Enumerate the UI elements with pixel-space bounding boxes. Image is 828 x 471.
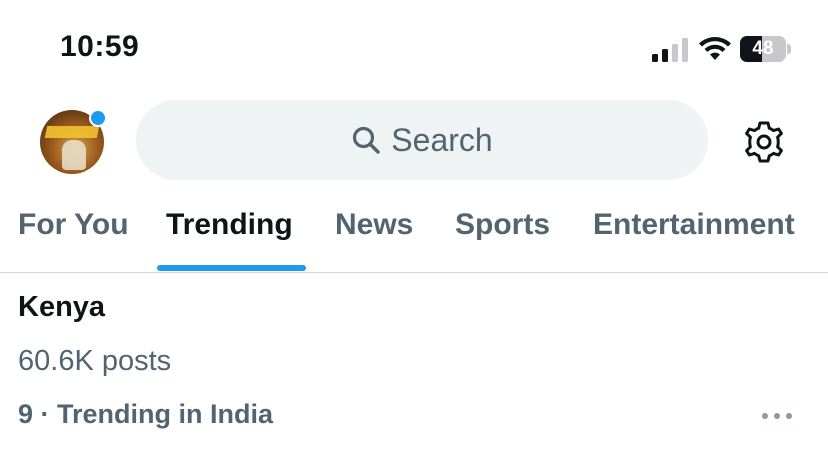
- more-options-icon[interactable]: [760, 409, 794, 423]
- notification-dot: [89, 109, 107, 127]
- avatar-figure: [62, 140, 86, 170]
- search-bar[interactable]: Search: [136, 100, 708, 180]
- search-icon: [353, 126, 380, 154]
- search-placeholder: Search: [391, 121, 493, 158]
- trend-post-count: 60.6K posts: [18, 345, 172, 377]
- avatar-graphic: [44, 126, 100, 138]
- wifi-icon: [699, 37, 731, 60]
- tab-entertainment[interactable]: Entertainment: [593, 208, 795, 242]
- active-tab-indicator: [157, 265, 306, 271]
- cellular-signal-icon: [652, 38, 688, 62]
- explore-header: Search: [0, 100, 828, 180]
- gear-icon[interactable]: [742, 120, 786, 164]
- status-time: 10:59: [60, 30, 140, 63]
- battery-indicator: 48: [740, 36, 792, 62]
- status-bar: 10:59 48: [0, 0, 828, 100]
- battery-level-text: 48: [752, 38, 774, 59]
- tab-news[interactable]: News: [335, 208, 413, 242]
- trend-context: 9 · Trending in India: [18, 399, 274, 429]
- battery-cap: [787, 44, 791, 54]
- tab-for-you[interactable]: For You: [18, 208, 129, 242]
- explore-tabs: For You Trending News Sports Entertainme…: [0, 198, 828, 272]
- tab-sports[interactable]: Sports: [455, 208, 550, 242]
- battery-body: 48: [740, 36, 786, 62]
- tab-trending[interactable]: Trending: [166, 208, 293, 242]
- trend-title: Kenya: [18, 291, 106, 323]
- trend-item[interactable]: Kenya 60.6K posts 9 · Trending in India: [0, 273, 828, 471]
